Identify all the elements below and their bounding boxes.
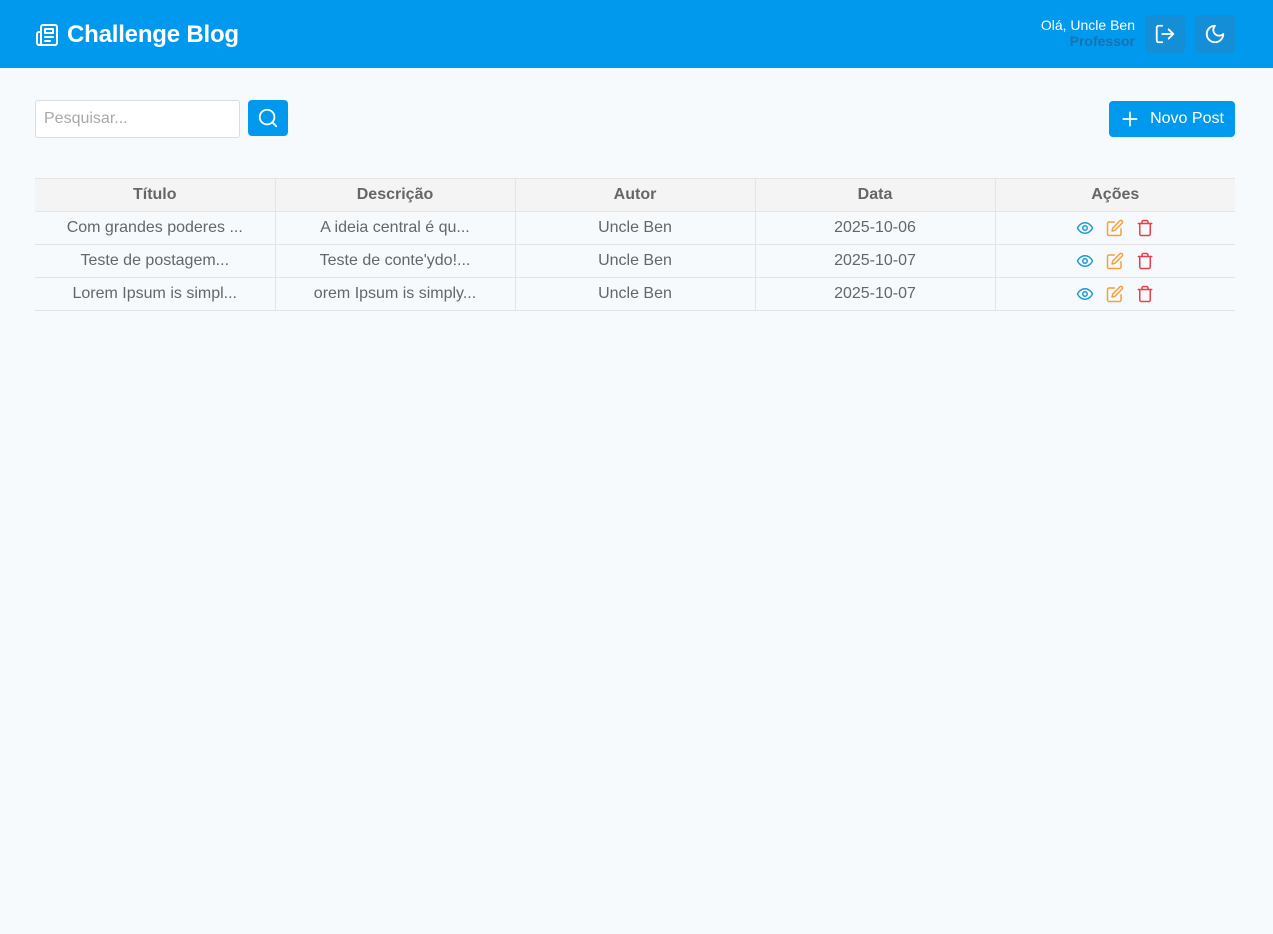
cell-description: orem Ipsum is simply... [275, 277, 516, 311]
table-row: Lorem Ipsum is simpl... orem Ipsum is si… [35, 277, 1235, 311]
cell-date: 2025-10-07 [755, 244, 996, 278]
column-header-description[interactable]: Descrição [275, 178, 516, 212]
moon-icon [1204, 23, 1226, 45]
table-row: Com grandes poderes ... A ideia central … [35, 211, 1235, 245]
user-info: Olá, Uncle Ben Professor [1041, 17, 1135, 49]
column-header-actions: Ações [995, 178, 1235, 212]
table-row: Teste de postagem... Teste de conte'ydo!… [35, 244, 1235, 278]
edit-icon[interactable] [1106, 252, 1124, 270]
cell-date: 2025-10-06 [755, 211, 996, 245]
posts-table: Título Descrição Autor Data Ações Com gr… [35, 178, 1235, 311]
theme-toggle-button[interactable] [1195, 15, 1235, 53]
user-role: Professor [1069, 33, 1135, 49]
cell-title: Teste de postagem... [35, 244, 276, 278]
trash-icon[interactable] [1136, 252, 1154, 270]
trash-icon[interactable] [1136, 219, 1154, 237]
cell-title: Com grandes poderes ... [35, 211, 276, 245]
brand[interactable]: Challenge Blog [35, 21, 239, 49]
eye-icon[interactable] [1076, 285, 1094, 303]
new-post-button[interactable]: Novo Post [1109, 101, 1235, 137]
cell-date: 2025-10-07 [755, 277, 996, 311]
edit-icon[interactable] [1106, 285, 1124, 303]
user-greeting: Olá, Uncle Ben [1040, 17, 1135, 33]
search-icon [257, 107, 279, 129]
cell-actions [995, 211, 1235, 245]
cell-actions [995, 277, 1235, 311]
app-title: Challenge Blog [67, 21, 239, 48]
search-input[interactable] [35, 100, 240, 138]
table-header-row: Título Descrição Autor Data Ações [35, 178, 1235, 212]
eye-icon[interactable] [1076, 252, 1094, 270]
app-header: Challenge Blog Olá, Uncle Ben Professor [0, 0, 1273, 68]
cell-author: Uncle Ben [515, 277, 756, 311]
plus-icon [1120, 109, 1150, 129]
eye-icon[interactable] [1076, 219, 1094, 237]
edit-icon[interactable] [1106, 219, 1124, 237]
cell-title: Lorem Ipsum is simpl... [35, 277, 276, 311]
column-header-author[interactable]: Autor [515, 178, 756, 212]
cell-actions [995, 244, 1235, 278]
cell-author: Uncle Ben [515, 211, 756, 245]
cell-description: Teste de conte'ydo!... [275, 244, 516, 278]
new-post-label: Novo Post [1150, 110, 1224, 127]
logout-icon [1154, 23, 1176, 45]
logout-button[interactable] [1145, 15, 1185, 53]
search-button[interactable] [248, 100, 288, 136]
column-header-date[interactable]: Data [755, 178, 996, 212]
cell-author: Uncle Ben [515, 244, 756, 278]
trash-icon[interactable] [1136, 285, 1154, 303]
newspaper-icon [35, 23, 59, 47]
cell-description: A ideia central é qu... [275, 211, 516, 245]
column-header-title[interactable]: Título [35, 178, 276, 212]
